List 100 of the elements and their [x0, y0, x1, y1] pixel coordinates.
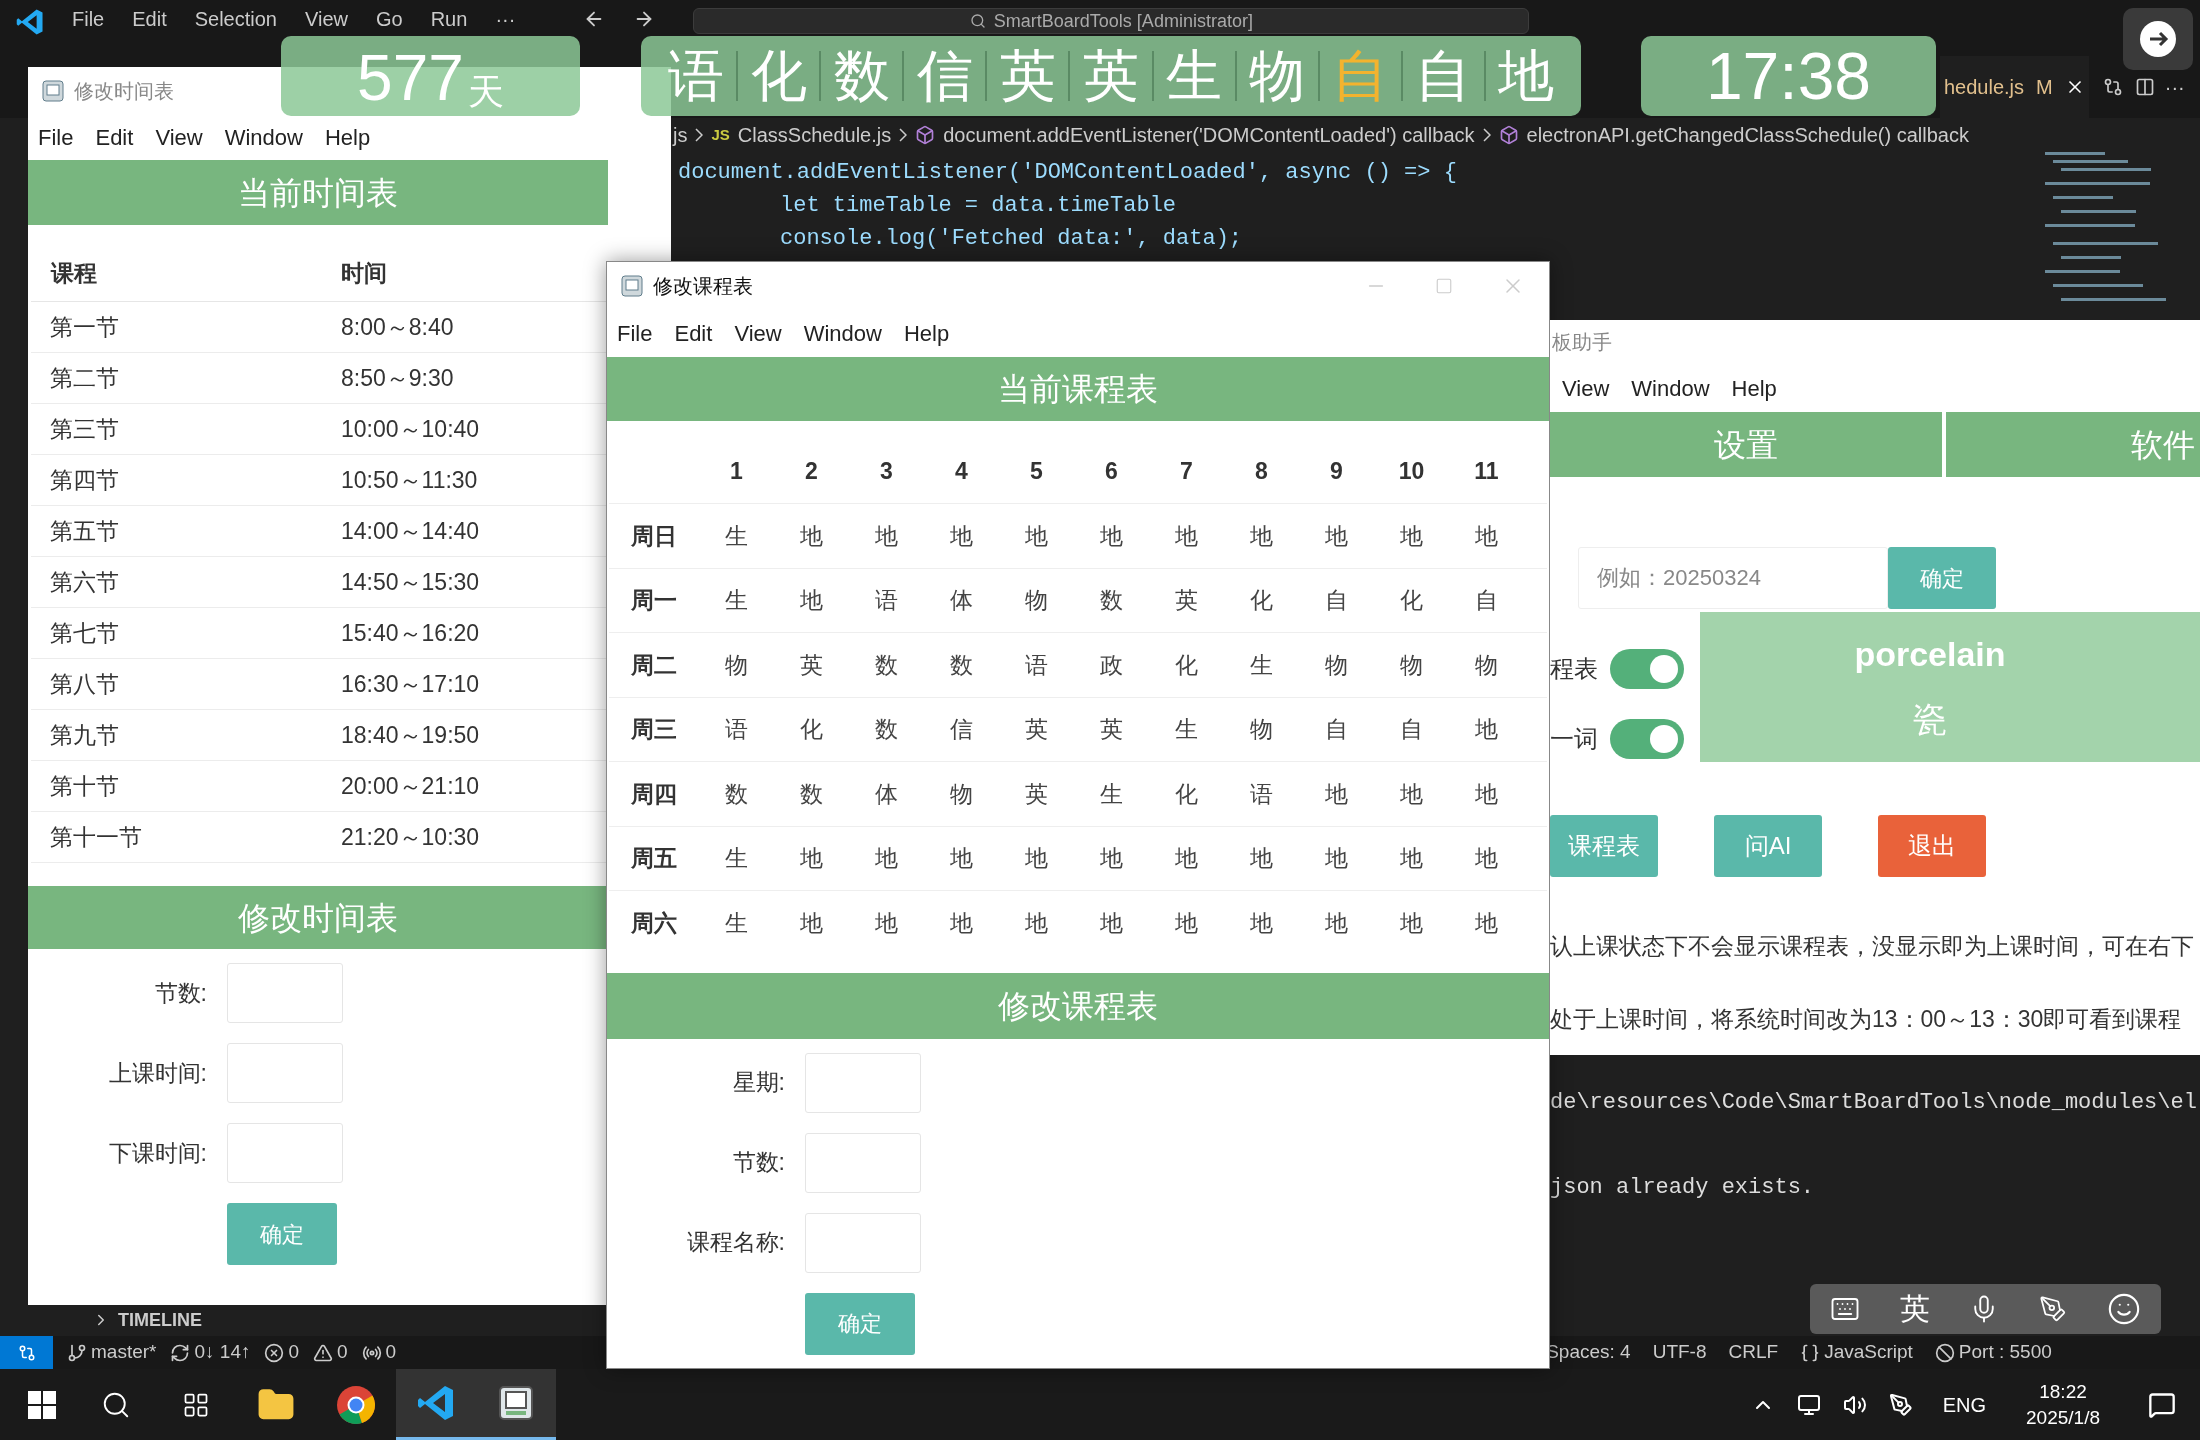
note-text: 处于上课时间，将系统时间改为13：00～13：30即可看到课程: [1550, 1004, 2183, 1034]
table-cell-text: 14:50～15:30: [340, 567, 480, 597]
row-header: 周三: [630, 715, 678, 744]
date-field[interactable]: 例如：20250324: [1578, 547, 1888, 609]
table-cell-text: 21:20～10:30: [340, 822, 480, 852]
ime-mode[interactable]: 英: [1899, 1294, 1930, 1324]
remote-button[interactable]: [2123, 8, 2193, 70]
menu-item[interactable]: Window: [1631, 371, 1710, 405]
input-field[interactable]: [805, 1132, 921, 1193]
status-item[interactable]: 0: [264, 1338, 300, 1367]
table-cell-text: 生: [1099, 779, 1124, 809]
menu-item[interactable]: View: [305, 8, 348, 30]
table-cell-text: 化: [1174, 650, 1199, 680]
column-header: 4: [954, 456, 969, 486]
menu-item[interactable]: File: [38, 121, 74, 154]
menu-item[interactable]: Help: [903, 317, 950, 350]
window-title: 修改时间表: [74, 79, 174, 104]
status-item[interactable]: JavaScript: [1800, 1338, 1913, 1367]
menu-item[interactable]: File: [617, 317, 653, 350]
clock-date[interactable]: 2025/1/8: [2026, 1404, 2100, 1431]
table-cell-text: 物: [724, 650, 749, 680]
table-cell-text: 第五节: [49, 516, 120, 546]
input-field[interactable]: [805, 1052, 921, 1113]
breadcrumb-item[interactable]: document.addEventListener('DOMContentLoaded') callback: [943, 120, 1475, 150]
taskbar-app[interactable]: [476, 1369, 556, 1440]
table-cell-text: 地: [799, 521, 824, 551]
app-icon[interactable]: [498, 1385, 534, 1421]
row-header: 周一: [630, 586, 678, 615]
pen-icon[interactable]: [2039, 1295, 2068, 1323]
input-language[interactable]: ENG: [1942, 1389, 1987, 1420]
table-cell-text: 政: [1099, 650, 1124, 680]
breadcrumb-item[interactable]: js: [673, 120, 688, 150]
status-item[interactable]: Spaces: 4: [1546, 1338, 1631, 1367]
menu-item[interactable]: Window: [224, 121, 303, 154]
input-field[interactable]: [805, 1212, 921, 1273]
clock-time[interactable]: 18:22: [2039, 1378, 2087, 1405]
toggle-switch[interactable]: [1610, 649, 1684, 689]
table-cell-text: 地: [1099, 908, 1124, 938]
windows-logo-icon[interactable]: [28, 1390, 56, 1419]
menu-item[interactable]: Edit: [132, 8, 167, 30]
toggle-switch[interactable]: [1610, 719, 1684, 759]
menu-item[interactable]: File: [72, 8, 105, 30]
status-item[interactable]: master*: [67, 1338, 157, 1367]
status-item[interactable]: CRLF: [1728, 1338, 1779, 1367]
field-label: 节数:: [153, 978, 208, 1008]
menu-item[interactable]: View: [1562, 371, 1610, 405]
menu-item[interactable]: Selection: [194, 8, 277, 30]
table-cell-text: 生: [1249, 650, 1274, 680]
table-cell-text: 地: [1174, 908, 1199, 938]
browser-icon[interactable]: [336, 1384, 376, 1425]
editor-tab[interactable]: hedule.js M: [1940, 56, 2089, 118]
menu-item[interactable]: Edit: [674, 317, 713, 350]
table-cell-text: 10:00～10:40: [340, 414, 480, 444]
status-item[interactable]: UTF-8: [1652, 1338, 1707, 1367]
table-cell-text: 地: [1024, 844, 1049, 873]
table-cell-text: 语: [1249, 779, 1274, 809]
status-item[interactable]: 0: [313, 1338, 348, 1367]
table-cell-text: 地: [799, 586, 824, 615]
status-item[interactable]: 0: [361, 1338, 397, 1367]
table-cell-text: 语: [724, 715, 749, 744]
pen-icon[interactable]: [1888, 1392, 1913, 1417]
menu-item[interactable]: Edit: [95, 121, 134, 154]
menu-item[interactable]: View: [734, 317, 782, 350]
popup-word: porcelain: [1854, 634, 2006, 675]
menu-item[interactable]: Window: [803, 317, 882, 350]
table-cell-text: 英: [1024, 779, 1049, 809]
network-icon[interactable]: [1796, 1392, 1821, 1417]
split-editor-icon[interactable]: [2134, 77, 2155, 97]
column-header: 6: [1104, 456, 1119, 486]
table-cell-text: 地: [949, 844, 974, 873]
emoji-icon[interactable]: [2107, 1292, 2142, 1326]
breadcrumb-item[interactable]: ClassSchedule.js: [737, 120, 892, 150]
code-editor-icon[interactable]: [417, 1384, 455, 1422]
menu-item[interactable]: Run: [430, 8, 468, 30]
menu-item[interactable]: Help: [1731, 371, 1777, 405]
menu-item[interactable]: View: [155, 121, 203, 154]
compare-icon[interactable]: [2102, 77, 2123, 97]
window-title: 修改课程表: [653, 274, 753, 299]
menu-item[interactable]: Help: [324, 121, 371, 154]
field-label: 上课时间:: [107, 1058, 208, 1088]
input-field[interactable]: [227, 1043, 343, 1103]
table-cell-text: 物: [1024, 586, 1049, 615]
input-field[interactable]: [227, 1123, 343, 1183]
menu-item[interactable]: Go: [376, 8, 403, 30]
taskbar-app[interactable]: [396, 1369, 476, 1440]
panel-header[interactable]: TIMELINE: [118, 1306, 202, 1334]
table-cell-text: 地: [1174, 521, 1199, 551]
notification-icon[interactable]: [2148, 1390, 2176, 1419]
table-cell-text: 化: [1249, 586, 1274, 615]
subject-item: 生: [1165, 43, 1224, 109]
breadcrumb-item[interactable]: electronAPI.getChangedClassSchedule() callback: [1526, 120, 1969, 150]
status-item[interactable]: 0↓ 14↑: [170, 1338, 251, 1367]
more-actions[interactable]: ···: [2164, 72, 2185, 102]
menu-item[interactable]: ···: [495, 8, 516, 30]
status-item[interactable]: Port : 5500: [1934, 1338, 2052, 1367]
remote-indicator[interactable]: [0, 1336, 53, 1369]
table-cell-text: 8:00～8:40: [340, 312, 454, 342]
popup-meaning: 瓷: [1913, 699, 1947, 740]
command-center[interactable]: SmartBoardTools [Administrator]: [693, 8, 1530, 34]
input-field[interactable]: [227, 963, 343, 1023]
